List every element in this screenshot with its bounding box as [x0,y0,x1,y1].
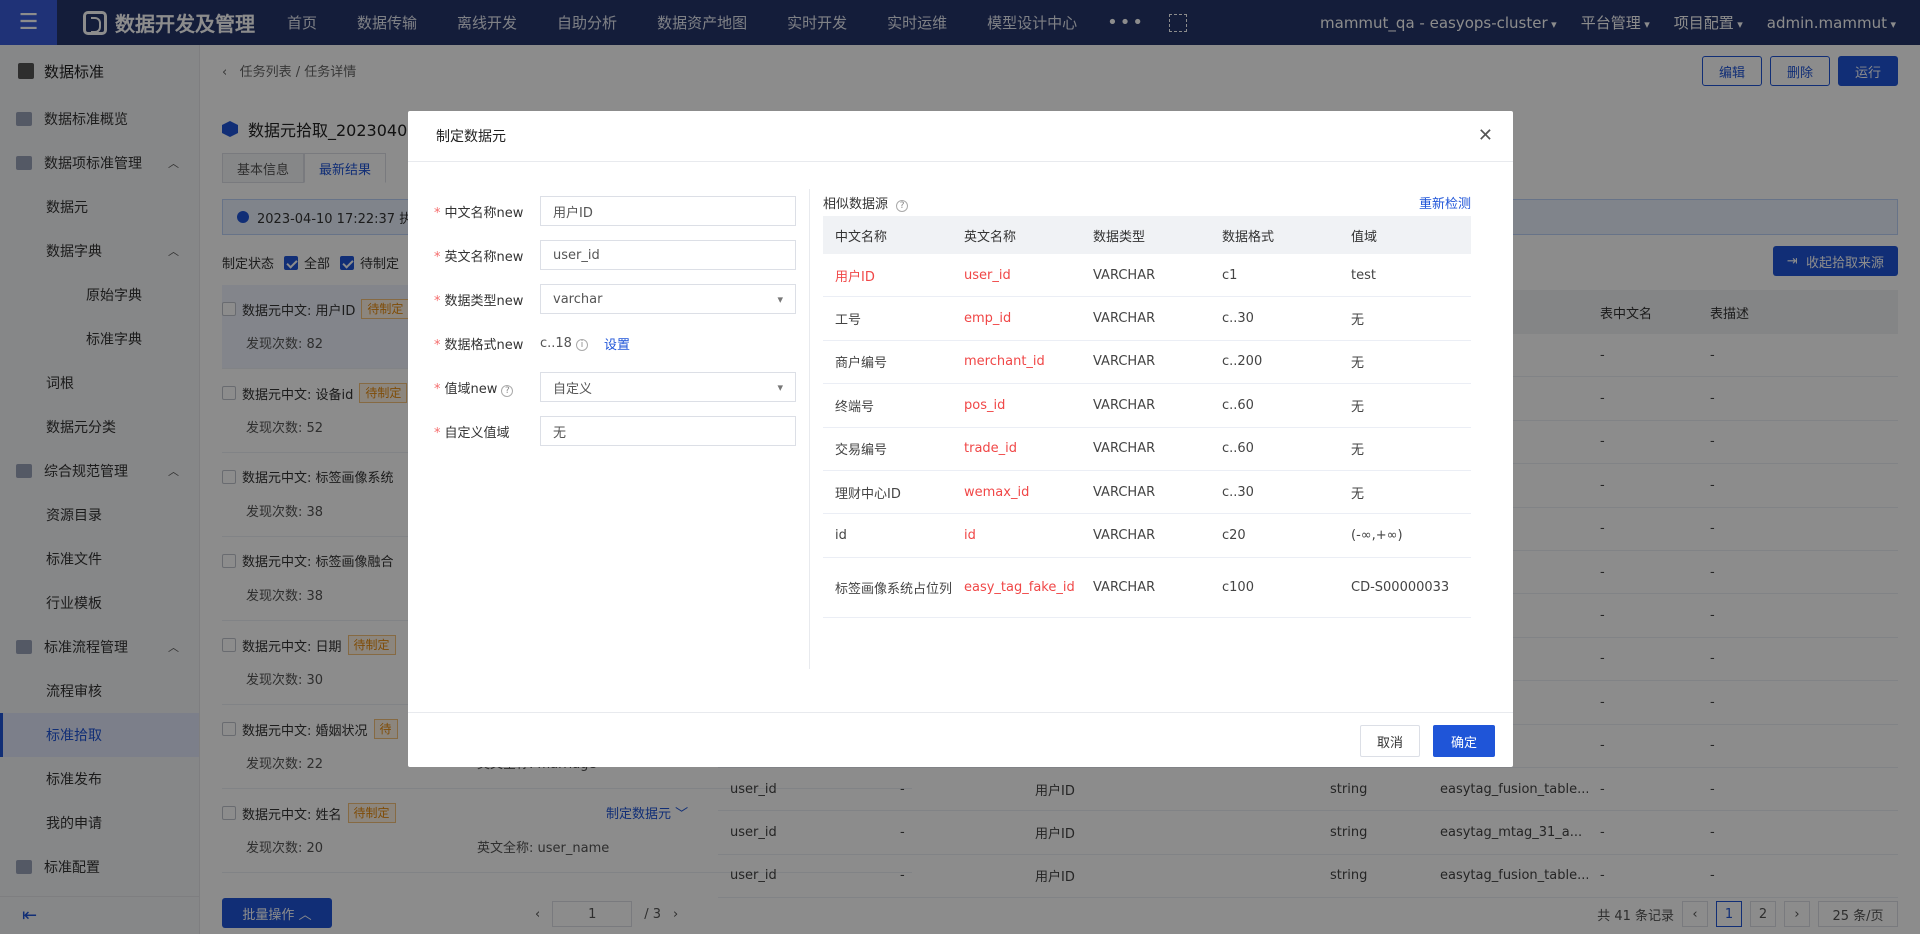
recheck-link[interactable]: 重新检测 [1419,193,1471,212]
domain-cell: test [1351,267,1376,283]
cn-name-cell: 理财中心ID [835,486,901,502]
define-element-modal: 制定数据元 ✕ * 中文名称new 用户ID * 英文名称new user_id *… [408,111,1513,767]
format-cell: c100 [1222,579,1254,595]
info-icon: i [575,338,588,351]
element-form: * 中文名称new 用户ID * 英文名称new user_id * 数据类型new … [434,189,796,453]
help-icon: ? [896,200,909,212]
en-name-cell: trade_id [964,441,1018,457]
column-header: 数据格式 [1222,229,1275,245]
column-header: 中文名称 [835,229,888,245]
format-cell: c20 [1222,528,1246,544]
column-header: 英文名称 [964,229,1017,245]
type-cell: VARCHAR [1093,441,1156,457]
similar-row[interactable]: 用户ID user_id VARCHAR c1 test [823,254,1471,298]
format-cell: c..60 [1222,397,1254,413]
cn-name-cell: 商户编号 [835,356,888,372]
en-name-cell: user_id [964,267,1011,283]
en-name-cell: emp_id [964,311,1012,327]
format-cell: c1 [1222,267,1238,283]
cn-name-cell: 终端号 [835,399,875,415]
modal-footer: 取消 确定 [408,712,1513,767]
similar-row[interactable]: id id VARCHAR c20 (-∞,+∞) [823,514,1471,558]
format-value: c..18 i [540,336,588,351]
type-cell: VARCHAR [1093,267,1156,283]
similar-source-title: 相似数据源 ? [823,193,909,212]
cn-name-cell: id [835,528,847,544]
similar-row[interactable]: 工号 emp_id VARCHAR c..30 无 [823,297,1471,341]
domain-cell: (-∞,+∞) [1351,528,1403,544]
domain-cell: 无 [1351,443,1365,459]
domain-cell: 无 [1351,486,1365,502]
en-name-cell: merchant_id [964,354,1045,370]
cn-name-cell: 标签画像系统占位列 [835,581,953,597]
close-icon[interactable]: ✕ [1478,125,1493,146]
domain-select[interactable]: 自定义 [540,372,796,402]
domain-cell: 无 [1351,399,1365,415]
en-name-input[interactable]: user_id [540,240,796,270]
help-icon: ? [501,384,514,397]
type-cell: VARCHAR [1093,579,1156,595]
type-cell: VARCHAR [1093,354,1156,370]
cn-name-input[interactable]: 用户ID [540,196,796,226]
column-header: 数据类型 [1093,229,1146,245]
type-cell: VARCHAR [1093,484,1156,500]
similar-row[interactable]: 商户编号 merchant_id VARCHAR c..200 无 [823,341,1471,385]
similar-source-table: 中文名称 英文名称 数据类型 数据格式 值域用户ID user_id VARCHAR c1 te… [823,216,1471,618]
en-name-cell: id [964,528,976,544]
data-type-select[interactable]: varchar [540,284,796,314]
domain-cell: CD-S00000033 [1351,579,1450,595]
cn-name-cell: 用户ID [835,269,875,285]
format-cell: c..30 [1222,484,1254,500]
cancel-button[interactable]: 取消 [1360,725,1420,757]
domain-cell: 无 [1351,356,1365,372]
format-cell: c..60 [1222,441,1254,457]
type-cell: VARCHAR [1093,528,1156,544]
similar-row[interactable]: 标签画像系统占位列 easy_tag_fake_id VARCHAR c100 CD-S… [823,558,1471,618]
similar-table-header: 中文名称 英文名称 数据类型 数据格式 值域 [823,216,1471,254]
type-cell: VARCHAR [1093,311,1156,327]
en-name-cell: wemax_id [964,484,1030,500]
cn-name-cell: 工号 [835,313,862,329]
domain-cell: 无 [1351,313,1365,329]
similar-row[interactable]: 交易编号 trade_id VARCHAR c..60 无 [823,428,1471,471]
column-header: 值域 [1351,229,1378,245]
similar-row[interactable]: 终端号 pos_id VARCHAR c..60 无 [823,384,1471,428]
custom-domain-input[interactable]: 无 [540,416,796,446]
format-cell: c..30 [1222,311,1254,327]
modal-header: 制定数据元 ✕ [408,111,1513,162]
confirm-button[interactable]: 确定 [1433,725,1495,757]
cn-name-cell: 交易编号 [835,443,888,459]
similar-row[interactable]: 理财中心ID wemax_id VARCHAR c..30 无 [823,471,1471,515]
format-set-link[interactable]: 设置 [604,334,630,353]
divider [809,189,810,669]
en-name-cell: easy_tag_fake_id [964,579,1075,595]
format-cell: c..200 [1222,354,1263,370]
en-name-cell: pos_id [964,397,1006,413]
type-cell: VARCHAR [1093,397,1156,413]
